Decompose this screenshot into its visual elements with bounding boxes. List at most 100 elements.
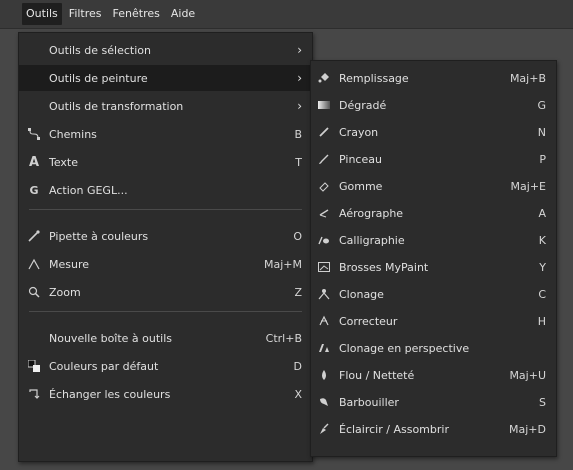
menu-item-label: Action GEGL... [49, 183, 128, 197]
submenu-arrow-icon: › [297, 99, 302, 113]
tools-menu: Outils de sélection › Outils de peinture… [18, 32, 313, 462]
menu-item-label: Gomme [339, 179, 383, 193]
menu-bar: Outils Filtres Fenêtres Aide [0, 0, 573, 29]
bucket-fill-icon [317, 71, 331, 85]
menu-item-paint-tools[interactable]: Outils de peinture › [19, 65, 312, 91]
menu-item-label: Pinceau [339, 152, 382, 166]
text-icon: A [28, 154, 40, 170]
smudge-icon [317, 395, 331, 409]
paint-tools-submenu: Remplissage Maj+B Dégradé G Crayon N Pin… [310, 60, 557, 457]
menu-item-shortcut: P [539, 152, 546, 166]
menu-item-transform-tools[interactable]: Outils de transformation › [19, 93, 312, 119]
menu-item-label: Outils de transformation [49, 99, 184, 113]
menu-item-shortcut: Maj+E [510, 179, 546, 193]
menu-item-blur-sharpen[interactable]: Flou / Netteté Maj+U [311, 362, 556, 388]
menu-item-default-colors[interactable]: Couleurs par défaut D [19, 353, 312, 379]
perspective-clone-icon [317, 341, 331, 355]
gegl-icon: G [29, 183, 39, 197]
menu-item-label: Zoom [49, 285, 81, 299]
menu-item-label: Barbouiller [339, 395, 399, 409]
paths-icon [27, 127, 41, 141]
menu-item-label: Couleurs par défaut [49, 359, 159, 373]
color-picker-icon [27, 229, 41, 243]
menu-item-text[interactable]: A Texte T [19, 149, 312, 175]
measure-icon [27, 257, 41, 271]
menu-item-label: Éclaircir / Assombrir [339, 422, 449, 436]
menu-item-shortcut: K [538, 233, 546, 247]
menu-item-shortcut: T [295, 155, 302, 169]
menu-item-shortcut: B [294, 127, 302, 141]
menu-filtres[interactable]: Filtres [65, 3, 106, 25]
menu-item-measure[interactable]: Mesure Maj+M [19, 251, 312, 277]
menu-item-shortcut: O [293, 229, 302, 243]
pencil-icon [317, 125, 331, 139]
menu-item-shortcut: D [293, 359, 302, 373]
eraser-icon [317, 179, 331, 193]
menu-item-selection-tools[interactable]: Outils de sélection › [19, 37, 312, 63]
gradient-icon [317, 98, 331, 112]
submenu-arrow-icon: › [297, 71, 302, 85]
heal-icon [317, 314, 331, 328]
menu-item-label: Calligraphie [339, 233, 405, 247]
menu-item-pencil[interactable]: Crayon N [311, 119, 556, 145]
menu-item-shortcut: X [294, 387, 302, 401]
menu-separator [29, 209, 302, 210]
menu-item-shortcut: N [537, 125, 546, 139]
mypaint-brush-icon [317, 260, 331, 274]
menu-item-swap-colors[interactable]: Échanger les couleurs X [19, 381, 312, 407]
menu-item-clone[interactable]: Clonage C [311, 281, 556, 307]
menu-item-label: Aérographe [339, 206, 404, 220]
menu-item-label: Échanger les couleurs [49, 387, 171, 401]
menu-item-label: Correcteur [339, 314, 398, 328]
menu-item-label: Clonage [339, 287, 384, 301]
menu-item-gegl[interactable]: G Action GEGL... [19, 177, 312, 203]
paintbrush-icon [317, 152, 331, 166]
menu-item-airbrush[interactable]: Aérographe A [311, 200, 556, 226]
menu-outils[interactable]: Outils [22, 3, 62, 25]
dodge-burn-icon [317, 422, 331, 436]
menu-item-shortcut: Maj+M [264, 257, 302, 271]
menu-item-perspective-clone[interactable]: Clonage en perspective [311, 335, 556, 361]
blur-sharpen-icon [317, 368, 331, 382]
menu-item-label: Outils de peinture [49, 71, 148, 85]
menu-item-shortcut: Maj+D [509, 422, 546, 436]
menu-item-heal[interactable]: Correcteur H [311, 308, 556, 334]
menu-item-mypaint-brush[interactable]: Brosses MyPaint Y [311, 254, 556, 280]
menu-item-ink[interactable]: Calligraphie K [311, 227, 556, 253]
menu-item-shortcut: Ctrl+B [265, 331, 302, 345]
menu-item-gradient[interactable]: Dégradé G [311, 92, 556, 118]
menu-item-eraser[interactable]: Gomme Maj+E [311, 173, 556, 199]
menu-item-label: Brosses MyPaint [339, 260, 429, 274]
menu-fenetres[interactable]: Fenêtres [109, 3, 164, 25]
menu-item-new-toolbox[interactable]: Nouvelle boîte à outils Ctrl+B [19, 325, 312, 351]
menu-item-label: Flou / Netteté [339, 368, 415, 382]
menu-item-label: Mesure [49, 257, 90, 271]
menu-item-label: Dégradé [339, 98, 387, 112]
menu-item-label: Outils de sélection [49, 43, 151, 57]
default-colors-icon [27, 359, 41, 373]
menu-item-color-picker[interactable]: Pipette à couleurs O [19, 223, 312, 249]
menu-item-bucket-fill[interactable]: Remplissage Maj+B [311, 65, 556, 91]
menu-item-zoom[interactable]: Zoom Z [19, 279, 312, 305]
submenu-arrow-icon: › [297, 43, 302, 57]
menu-item-label: Crayon [339, 125, 379, 139]
menu-item-shortcut: Maj+B [509, 71, 546, 85]
menu-item-dodge-burn[interactable]: Éclaircir / Assombrir Maj+D [311, 416, 556, 442]
menu-item-shortcut: G [537, 98, 546, 112]
clone-icon [317, 287, 331, 301]
menu-item-paths[interactable]: Chemins B [19, 121, 312, 147]
menu-item-smudge[interactable]: Barbouiller S [311, 389, 556, 415]
menu-aide[interactable]: Aide [167, 3, 199, 25]
airbrush-icon [317, 206, 331, 220]
menu-item-shortcut: A [538, 206, 546, 220]
menu-item-shortcut: Z [294, 285, 302, 299]
menu-item-label: Chemins [49, 127, 97, 141]
menu-item-paintbrush[interactable]: Pinceau P [311, 146, 556, 172]
menu-item-shortcut: C [538, 287, 546, 301]
menu-item-label: Nouvelle boîte à outils [49, 331, 173, 345]
swap-colors-icon [27, 387, 41, 401]
menu-item-label: Pipette à couleurs [49, 229, 149, 243]
menu-item-label: Remplissage [339, 71, 409, 85]
menu-item-shortcut: Maj+U [509, 368, 546, 382]
menu-item-label: Clonage en perspective [339, 341, 470, 355]
